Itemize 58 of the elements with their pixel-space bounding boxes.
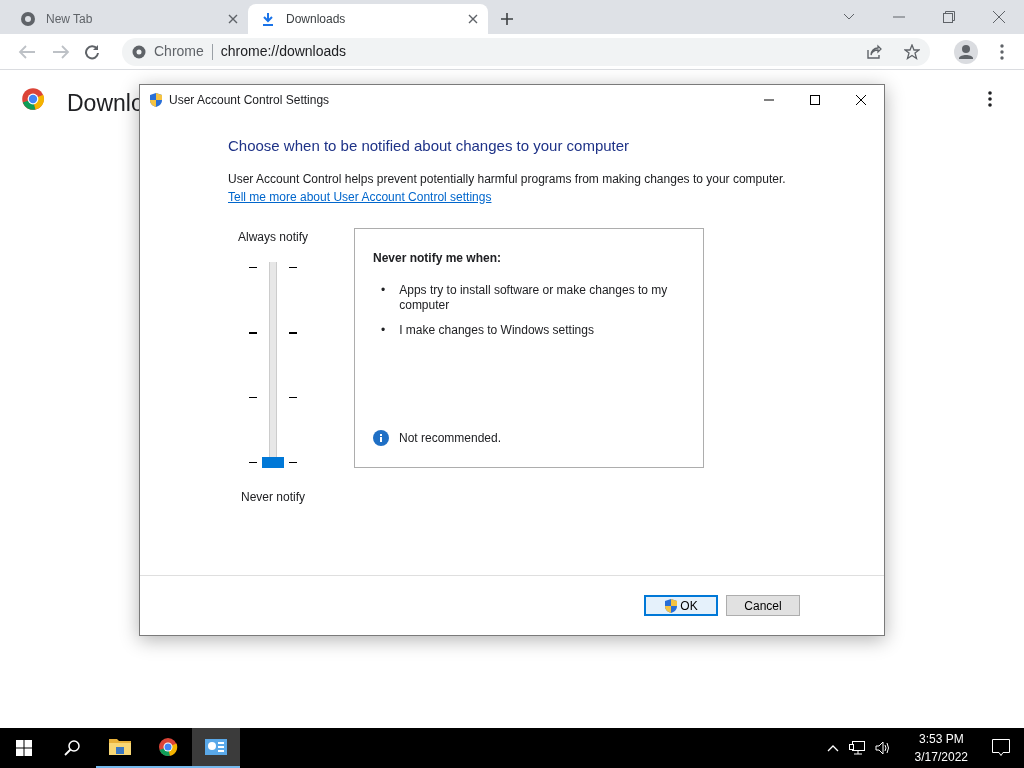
note-text: Not recommended. (399, 430, 502, 447)
browser-tab[interactable]: Downloads (248, 4, 488, 34)
browser-tab[interactable]: New Tab (8, 4, 248, 34)
close-icon[interactable] (856, 95, 866, 105)
clock-date: 3/17/2022 (914, 749, 968, 766)
window-title: User Account Control Settings (169, 92, 330, 109)
description-text: User Account Control helps prevent potentially harmful programs from making changes to your computer. (228, 171, 787, 187)
download-icon (260, 11, 276, 27)
reload-icon[interactable] (84, 43, 100, 60)
tick-mark (289, 397, 297, 398)
url-text: chrome://downloads (220, 42, 347, 61)
close-icon[interactable] (468, 14, 478, 24)
bullet-marker: • (381, 323, 386, 338)
shield-icon (664, 597, 679, 614)
tick-mark (289, 462, 297, 463)
folder-icon (109, 737, 131, 757)
tick-mark (249, 397, 257, 398)
clock-time: 3:53 PM (917, 731, 965, 748)
star-icon[interactable] (904, 43, 920, 60)
tick-mark (289, 267, 297, 268)
panel-heading: Never notify me when: (373, 250, 503, 267)
cancel-button[interactable]: Cancel (726, 595, 800, 616)
restore-icon[interactable] (943, 11, 955, 23)
bullet-item: I make changes to Windows settings (399, 323, 594, 338)
address-bar[interactable]: Chrome chrome://downloads (122, 37, 930, 66)
search-icon[interactable] (64, 740, 80, 756)
slider-bottom-label: Never notify (241, 489, 305, 506)
tick-mark (249, 332, 257, 334)
tab-title: Downloads (286, 11, 347, 28)
shield-icon (149, 92, 163, 108)
avatar-icon[interactable] (954, 39, 978, 64)
chevron-up-icon[interactable] (826, 744, 839, 752)
slider-thumb[interactable] (262, 457, 284, 468)
tab-title: New Tab (46, 11, 94, 28)
ok-button[interactable]: OK (644, 595, 718, 616)
tick-mark (289, 332, 297, 334)
taskbar-button[interactable] (192, 728, 240, 768)
more-icon[interactable] (1000, 43, 1004, 60)
control-panel-icon (205, 737, 227, 757)
network-icon[interactable] (848, 741, 865, 755)
chevron-down-icon[interactable] (843, 13, 855, 21)
volume-icon[interactable] (874, 741, 891, 755)
maximize-icon[interactable] (810, 95, 820, 105)
slider-top-label: Always notify (238, 229, 308, 246)
new-tab-icon[interactable] (500, 12, 514, 26)
tick-mark (249, 462, 257, 463)
site-label: Chrome (154, 42, 204, 61)
chrome-logo-icon (21, 87, 45, 111)
more-icon[interactable] (988, 91, 992, 107)
share-icon[interactable] (866, 43, 882, 60)
bullet-item: Apps try to install software or make changes to my computer (399, 283, 669, 313)
bullet-marker: • (381, 283, 386, 299)
dialog-heading: Choose when to be notified about changes to your computer (228, 136, 631, 156)
tick-mark (249, 267, 257, 268)
notification-icon[interactable] (992, 739, 1010, 757)
info-icon (373, 430, 389, 446)
help-link[interactable]: Tell me more about User Account Control settings (228, 189, 492, 204)
start-icon[interactable] (16, 740, 32, 756)
